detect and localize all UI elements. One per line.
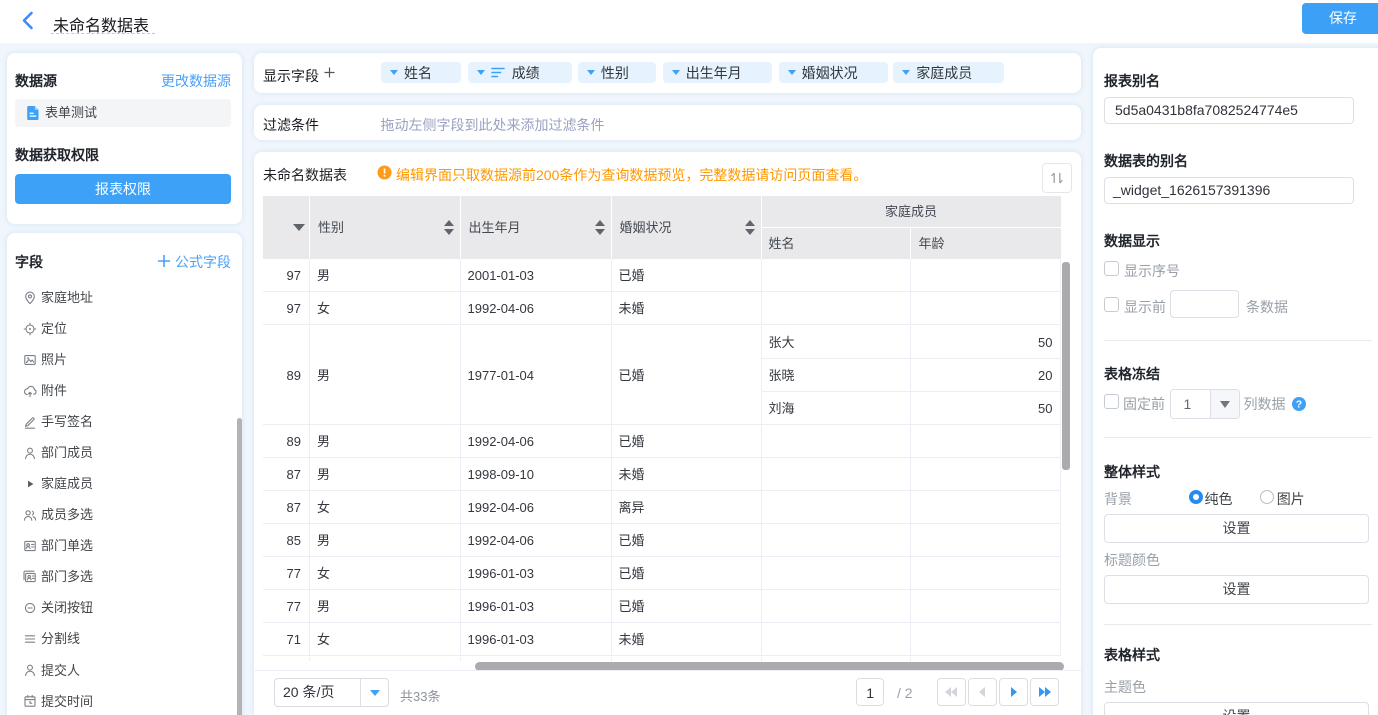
svg-text:?: ?	[1296, 398, 1302, 410]
